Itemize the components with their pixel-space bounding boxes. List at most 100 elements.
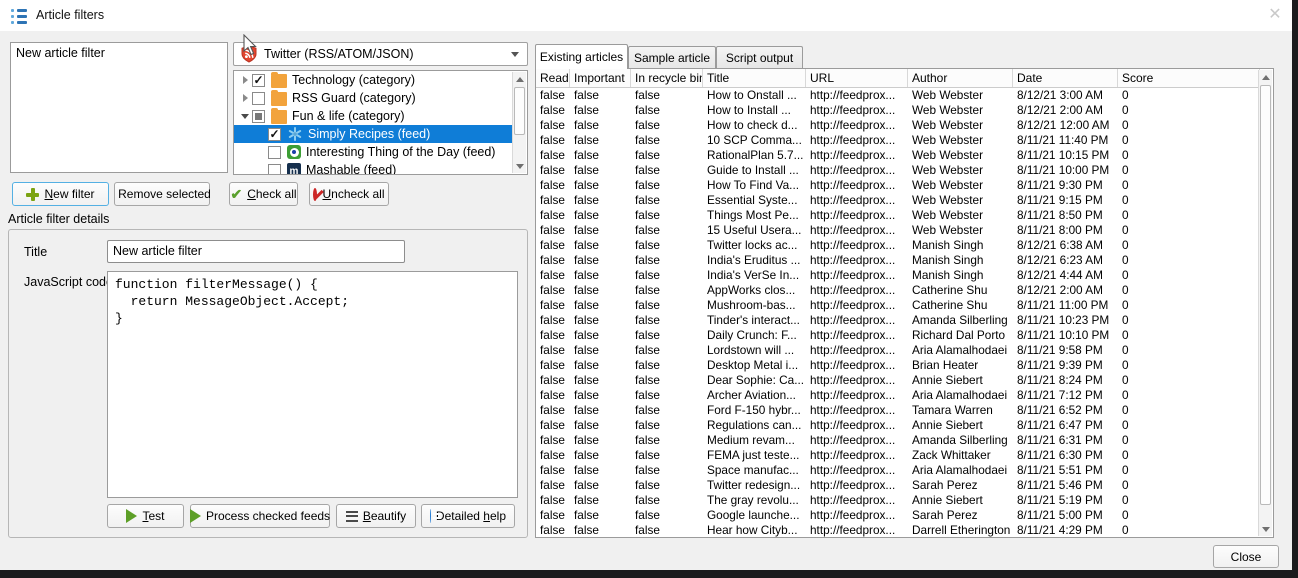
table-row[interactable]: falsefalsefalseIndia's Eruditus ...http:… [536,253,1258,268]
tab-existing-articles[interactable]: Existing articles [535,44,628,69]
table-cell: http://feedprox... [806,358,908,373]
check-all-button[interactable]: ✔ Check all [229,182,298,206]
folder-icon [271,110,287,124]
table-cell: false [570,463,631,478]
table-cell: FEMA just teste... [703,448,806,463]
title-input[interactable]: New article filter [107,240,405,263]
table-row[interactable]: falsefalsefalse15 Useful Usera...http://… [536,223,1258,238]
expander-expanded-icon[interactable] [238,109,252,123]
beautify-button[interactable]: Beautify [336,504,416,528]
table-row[interactable]: falsefalsefalseRegulations can...http://… [536,418,1258,433]
column-header-score[interactable]: Score [1118,69,1260,87]
table-row[interactable]: falsefalsefalseEssential Syste...http://… [536,193,1258,208]
tree-item[interactable]: Fun & life (category) [234,107,513,125]
checkbox-partial[interactable] [252,110,265,123]
remove-selected-button[interactable]: Remove selected [114,182,210,206]
table-row[interactable]: falsefalsefalseArcher Aviation...http://… [536,388,1258,403]
table-row[interactable]: falsefalsefalseDaily Crunch: F...http://… [536,328,1258,343]
tree-item[interactable]: Interesting Thing of the Day (feed) [234,143,513,161]
table-cell: 8/11/21 5:46 PM [1013,478,1118,493]
table-row[interactable]: falsefalsefalseGoogle launche...http://f… [536,508,1258,523]
column-header-important[interactable]: Important [570,69,631,87]
table-scrollbar[interactable] [1258,70,1272,536]
table-cell: false [570,133,631,148]
table-cell: false [631,133,703,148]
tree-item[interactable]: Simply Recipes (feed) [234,125,513,143]
table-cell: How to Onstall ... [703,88,806,103]
list-item[interactable]: New article filter [11,43,227,63]
table-row[interactable]: falsefalsefalseThe gray revolu...http://… [536,493,1258,508]
tab-script-output[interactable]: Script output [716,46,803,69]
table-row[interactable]: falsefalsefalseHow to Onstall ...http://… [536,88,1258,103]
table-row[interactable]: falsefalsefalseHow to Install ...http://… [536,103,1258,118]
filters-list[interactable]: New article filter [10,42,228,173]
new-filter-button[interactable]: New filter [12,182,109,206]
table-row[interactable]: falsefalsefalseTwitter redesign...http:/… [536,478,1258,493]
table-row[interactable]: falsefalsefalseThings Most Pe...http://f… [536,208,1258,223]
table-row[interactable]: falsefalsefalseLordstown will ...http://… [536,343,1258,358]
table-cell: 0 [1118,298,1258,313]
table-row[interactable]: falsefalsefalseFEMA just teste...http://… [536,448,1258,463]
table-row[interactable]: falsefalsefalseRationalPlan 5.7...http:/… [536,148,1258,163]
table-row[interactable]: falsefalsefalseFord F-150 hybr...http://… [536,403,1258,418]
close-icon[interactable]: ✕ [1266,6,1284,24]
tree-item[interactable]: mMashable (feed) [234,161,513,175]
table-row[interactable]: falsefalsefalseDear Sophie: Ca...http://… [536,373,1258,388]
table-row[interactable]: falsefalsefalseSpace manufac...http://fe… [536,463,1258,478]
table-row[interactable]: falsefalsefalseIndia's VerSe In...http:/… [536,268,1258,283]
table-row[interactable]: falsefalsefalseGuide to Install ...http:… [536,163,1258,178]
title-field-label: Title [24,245,47,259]
tree-item-label: RSS Guard (category) [292,91,416,105]
process-checked-feeds-button[interactable]: Process checked feeds [190,504,330,528]
close-button[interactable]: Close [1213,545,1279,568]
table-cell: Manish Singh [908,253,1013,268]
checkbox-checked[interactable] [268,128,281,141]
column-header-date[interactable]: Date [1013,69,1118,87]
expander-collapsed-icon[interactable] [238,73,252,87]
table-cell: 0 [1118,493,1258,508]
js-code-editor[interactable]: function filterMessage() { return Messag… [107,271,518,498]
checkbox-unchecked[interactable] [268,146,281,159]
scroll-up-icon[interactable] [1259,70,1272,84]
column-header-url[interactable]: URL [806,69,908,87]
column-header-author[interactable]: Author [908,69,1013,87]
scrollbar-thumb[interactable] [514,87,525,135]
detailed-help-button[interactable]: Detailed help [421,504,515,528]
tab-sample-article[interactable]: Sample article [628,46,716,69]
uncheck-all-button[interactable]: Uncheck all [309,182,389,206]
tree-scrollbar[interactable] [512,72,526,173]
table-row[interactable]: falsefalsefalseMedium revam...http://fee… [536,433,1258,448]
table-header[interactable]: ReadImportantIn recycle binTitleURLAutho… [536,69,1258,88]
table-cell: 0 [1118,463,1258,478]
expander-collapsed-icon[interactable] [238,91,252,105]
column-header-read[interactable]: Read [536,69,570,87]
table-cell: false [536,118,570,133]
scroll-down-icon[interactable] [513,159,526,173]
table-row[interactable]: falsefalsefalse10 SCP Comma...http://fee… [536,133,1258,148]
test-button[interactable]: Test [107,504,184,528]
scrollbar-thumb[interactable] [1260,85,1271,505]
table-row[interactable]: falsefalsefalseTinder's interact...http:… [536,313,1258,328]
table-cell: 8/11/21 5:51 PM [1013,463,1118,478]
title-bar[interactable]: Article filters ✕ [0,0,1292,31]
table-cell: 0 [1118,358,1258,373]
table-cell: Amanda Silberling [908,313,1013,328]
table-row[interactable]: falsefalsefalseMushroom-bas...http://fee… [536,298,1258,313]
table-row[interactable]: falsefalsefalseHow to check d...http://f… [536,118,1258,133]
table-row[interactable]: falsefalsefalseHear how Cityb...http://f… [536,523,1258,537]
account-dropdown[interactable]: Twitter (RSS/ATOM/JSON) [233,42,528,66]
checkbox-unchecked[interactable] [252,92,265,105]
table-row[interactable]: falsefalsefalseDesktop Metal i...http://… [536,358,1258,373]
column-header-in-recycle-bin[interactable]: In recycle bin [631,69,703,87]
checkbox-unchecked[interactable] [268,164,281,176]
table-row[interactable]: falsefalsefalseAppWorks clos...http://fe… [536,283,1258,298]
play-icon [126,509,137,523]
scroll-up-icon[interactable] [513,72,526,86]
table-row[interactable]: falsefalsefalseTwitter locks ac...http:/… [536,238,1258,253]
column-header-title[interactable]: Title [703,69,806,87]
scroll-down-icon[interactable] [1259,522,1272,536]
checkbox-checked[interactable] [252,74,265,87]
table-row[interactable]: falsefalsefalseHow To Find Va...http://f… [536,178,1258,193]
tree-item[interactable]: Technology (category) [234,71,513,89]
tree-item[interactable]: RSS Guard (category) [234,89,513,107]
